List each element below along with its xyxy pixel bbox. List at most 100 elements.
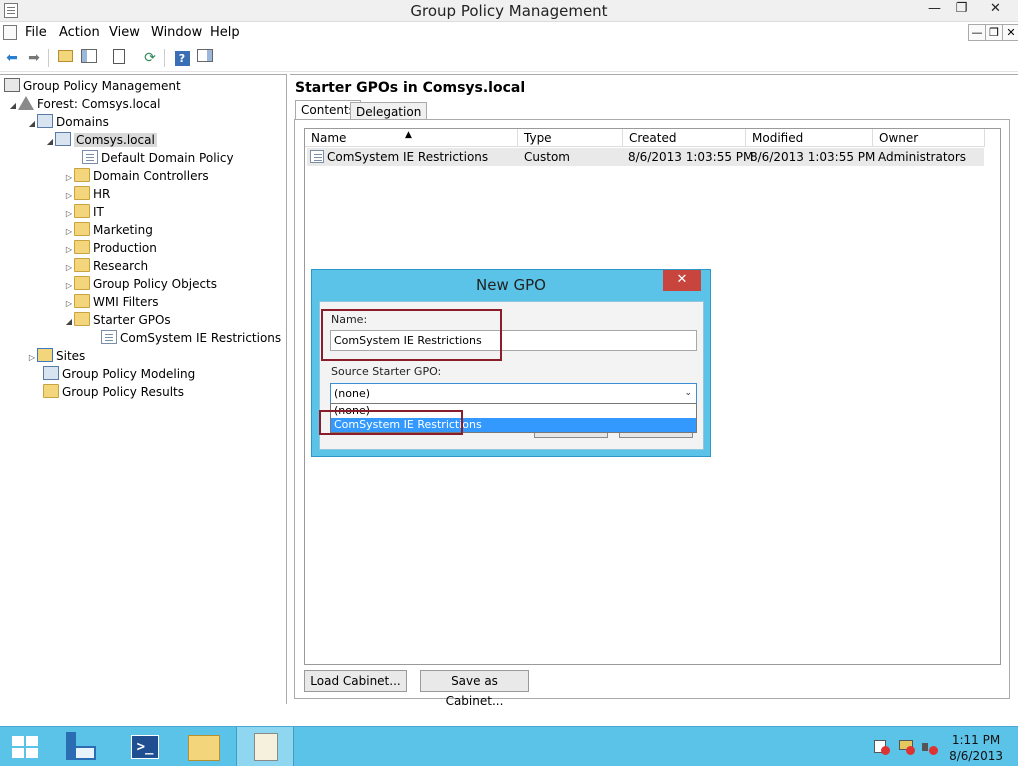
volume-icon[interactable] bbox=[922, 740, 938, 755]
gpmc-icon bbox=[4, 78, 20, 92]
tree-item-marketing[interactable]: ▷ Marketing bbox=[64, 221, 153, 239]
start-button[interactable] bbox=[0, 727, 58, 766]
tree-item-root[interactable]: Group Policy Management bbox=[4, 77, 181, 95]
option-highlight-box bbox=[319, 410, 463, 435]
tree-item-group-policy-objects[interactable]: ▷ Group Policy Objects bbox=[64, 275, 217, 293]
tree-item-forest[interactable]: ◢ Forest: Comsys.local bbox=[8, 95, 160, 113]
chevron-down-icon[interactable]: ⌄ bbox=[684, 384, 692, 403]
load-cabinet-button[interactable]: Load Cabinet... bbox=[304, 670, 407, 692]
column-header-modified[interactable]: Modified bbox=[746, 129, 873, 147]
tree-item-domains[interactable]: ◢ Domains bbox=[27, 113, 109, 131]
column-header-name[interactable]: Name ▲ bbox=[305, 129, 518, 147]
group-policy-management-icon bbox=[254, 733, 278, 761]
tree-item-sites[interactable]: ▷ Sites bbox=[27, 347, 85, 365]
child-minimize-button[interactable]: — bbox=[968, 24, 986, 41]
results-icon bbox=[43, 384, 59, 398]
sort-ascending-icon: ▲ bbox=[405, 130, 412, 140]
domain-icon bbox=[55, 132, 71, 146]
expand-arrow-icon[interactable]: ▷ bbox=[27, 349, 37, 367]
restore-button[interactable]: ❐ bbox=[948, 0, 975, 19]
ou-folder-icon bbox=[74, 222, 90, 236]
tree-item-it[interactable]: ▷ IT bbox=[64, 203, 104, 221]
tab-delegation[interactable]: Delegation bbox=[350, 102, 428, 120]
menu-view[interactable]: View bbox=[109, 25, 140, 40]
menu-window[interactable]: Window bbox=[151, 25, 202, 40]
name-highlight-box bbox=[321, 309, 502, 361]
action-center-icon[interactable] bbox=[874, 740, 890, 755]
server-manager-icon bbox=[66, 732, 96, 762]
source-starter-gpo-label: Source Starter GPO: bbox=[331, 365, 442, 378]
tree-item-research[interactable]: ▷ Research bbox=[64, 257, 148, 275]
menu-action[interactable]: Action bbox=[59, 25, 100, 40]
forward-icon[interactable]: ➡ bbox=[25, 49, 43, 67]
gpo-container-icon bbox=[74, 276, 90, 290]
menu-help[interactable]: Help bbox=[210, 25, 240, 40]
child-restore-button[interactable]: ❐ bbox=[985, 24, 1003, 41]
dialog-close-button[interactable]: ✕ bbox=[663, 270, 701, 291]
ou-folder-icon bbox=[74, 204, 90, 218]
properties-icon[interactable] bbox=[110, 49, 128, 67]
window-title: Group Policy Management bbox=[410, 2, 608, 20]
gpo-link-icon bbox=[82, 150, 98, 164]
minimize-button[interactable]: — bbox=[921, 0, 948, 19]
collapse-arrow-icon[interactable]: ◢ bbox=[64, 313, 74, 331]
column-header-type[interactable]: Type bbox=[518, 129, 623, 147]
source-starter-gpo-select[interactable]: (none) ⌄ bbox=[330, 383, 697, 404]
file-explorer-icon bbox=[188, 735, 220, 761]
refresh-icon[interactable]: ⟳ bbox=[141, 49, 159, 67]
toolbar-separator bbox=[164, 49, 165, 67]
column-header-owner[interactable]: Owner bbox=[873, 129, 985, 147]
clock-time: 1:11 PM bbox=[951, 733, 1001, 747]
document-icon[interactable] bbox=[3, 25, 17, 40]
row-owner-cell: Administrators bbox=[878, 150, 967, 164]
taskbar-group-policy-management[interactable] bbox=[236, 727, 294, 766]
tree-item-domain-controllers[interactable]: ▷ Domain Controllers bbox=[64, 167, 209, 185]
sites-icon bbox=[37, 348, 53, 362]
wmi-filters-icon bbox=[74, 294, 90, 308]
show-action-pane-icon[interactable] bbox=[196, 49, 214, 67]
clock[interactable]: 1:11 PM 8/6/2013 bbox=[949, 732, 1003, 764]
starter-gpo-icon bbox=[101, 330, 117, 344]
collapse-arrow-icon[interactable]: ◢ bbox=[45, 133, 55, 151]
collapse-arrow-icon[interactable]: ◢ bbox=[27, 115, 37, 133]
tree-item-comsystem-ie-restrictions[interactable]: ComSystem IE Restrictions bbox=[101, 329, 281, 347]
close-button[interactable]: ✕ bbox=[982, 0, 1009, 19]
title-bar: Group Policy Management — ❐ ✕ bbox=[0, 0, 1018, 22]
save-as-cabinet-button[interactable]: Save as Cabinet... bbox=[420, 670, 529, 708]
taskbar-server-manager[interactable] bbox=[52, 727, 110, 766]
taskbar-file-explorer[interactable] bbox=[175, 727, 233, 766]
row-created-cell: 8/6/2013 1:03:55 PM bbox=[628, 150, 754, 164]
starter-gpo-icon bbox=[310, 150, 324, 163]
row-modified-cell: 8/6/2013 1:03:55 PM bbox=[750, 150, 876, 164]
help-icon[interactable]: ? bbox=[173, 49, 191, 67]
domains-icon bbox=[37, 114, 53, 128]
tree-item-group-policy-results[interactable]: Group Policy Results bbox=[43, 383, 184, 401]
row-name-cell[interactable]: ComSystem IE Restrictions bbox=[310, 148, 488, 166]
powershell-icon: >_ bbox=[131, 735, 159, 759]
child-close-button[interactable]: ✕ bbox=[1002, 24, 1018, 41]
dialog-title: New GPO bbox=[476, 276, 546, 294]
tree-item-group-policy-modeling[interactable]: Group Policy Modeling bbox=[43, 365, 195, 383]
ou-folder-icon bbox=[74, 186, 90, 200]
tree-item-hr[interactable]: ▷ HR bbox=[64, 185, 110, 203]
up-folder-icon[interactable] bbox=[56, 49, 74, 67]
network-icon[interactable] bbox=[899, 740, 915, 755]
tree-item-default-domain-policy[interactable]: Default Domain Policy bbox=[82, 149, 234, 167]
menu-file[interactable]: File bbox=[25, 25, 47, 40]
taskbar-powershell[interactable]: >_ bbox=[116, 727, 174, 766]
back-icon[interactable]: ⬅ bbox=[3, 49, 21, 67]
tree-item-starter-gpos[interactable]: ◢ Starter GPOs bbox=[64, 311, 171, 329]
tree-item-production[interactable]: ▷ Production bbox=[64, 239, 157, 257]
show-hide-tree-icon[interactable] bbox=[80, 49, 98, 67]
collapse-arrow-icon[interactable]: ◢ bbox=[8, 97, 18, 115]
row-type-cell: Custom bbox=[524, 150, 570, 164]
modeling-icon bbox=[43, 366, 59, 380]
forest-icon bbox=[18, 96, 34, 110]
tree-item-wmi-filters[interactable]: ▷ WMI Filters bbox=[64, 293, 159, 311]
toolbar: ⬅ ➡ ⟳ ? bbox=[0, 44, 1018, 72]
tree-item-domain[interactable]: ◢ Comsys.local bbox=[45, 131, 157, 149]
ou-folder-icon bbox=[74, 240, 90, 254]
clock-date: 8/6/2013 bbox=[949, 749, 1003, 763]
column-header-created[interactable]: Created bbox=[623, 129, 746, 147]
console-tree: Group Policy Management ◢ Forest: Comsys.… bbox=[0, 74, 287, 704]
